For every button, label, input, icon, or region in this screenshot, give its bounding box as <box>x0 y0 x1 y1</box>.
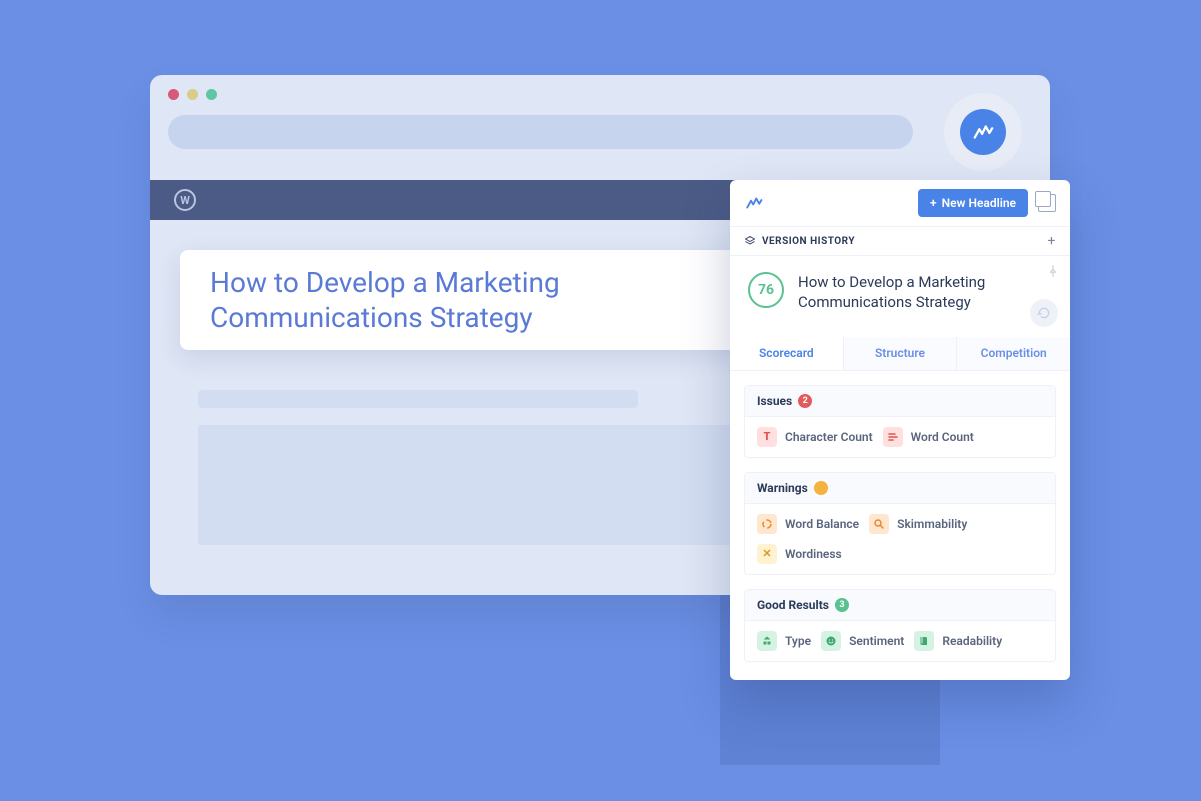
add-version-icon[interactable]: + <box>1048 233 1056 249</box>
brand-button-halo <box>944 93 1022 171</box>
headline-title: How to Develop a Marketing Communication… <box>798 272 1052 313</box>
chip-label: Word Count <box>911 430 974 444</box>
warning-skimmability[interactable]: Skimmability <box>869 514 967 534</box>
chip-label: Readability <box>942 634 1002 648</box>
issue-character-count[interactable]: T Character Count <box>757 427 873 447</box>
good-count-badge: 3 <box>835 598 849 612</box>
copy-icon[interactable] <box>1038 194 1056 212</box>
plus-icon: + <box>930 196 937 210</box>
version-history-bar[interactable]: VERSION HISTORY + <box>730 226 1070 256</box>
chip-label: Character Count <box>785 430 873 444</box>
stack-icon <box>744 235 756 247</box>
good-sentiment[interactable]: Sentiment <box>821 631 904 651</box>
wordpress-logo-icon[interactable]: W <box>174 189 196 211</box>
warning-word-balance[interactable]: Word Balance <box>757 514 859 534</box>
cross-icon: ✕ <box>757 544 777 564</box>
warnings-section: Warnings Word Balance Skimmability ✕ Wor… <box>744 472 1056 575</box>
issues-header: Issues 2 <box>745 386 1055 417</box>
tab-structure[interactable]: Structure <box>844 337 958 370</box>
issues-title: Issues <box>757 394 792 408</box>
good-type[interactable]: Type <box>757 631 811 651</box>
pin-icon[interactable] <box>1046 264 1060 278</box>
window-controls <box>168 89 217 100</box>
search-icon <box>869 514 889 534</box>
content-placeholder <box>198 390 638 408</box>
balance-icon <box>757 514 777 534</box>
tab-competition[interactable]: Competition <box>957 337 1070 370</box>
chip-label: Wordiness <box>785 547 842 561</box>
new-headline-label: New Headline <box>942 196 1016 210</box>
warnings-badge <box>814 481 828 495</box>
good-results-section: Good Results 3 Type Sentiment Readabil <box>744 589 1056 662</box>
minimize-window-icon[interactable] <box>187 89 198 100</box>
current-headline-row: 76 How to Develop a Marketing Communicat… <box>730 256 1070 323</box>
warnings-title: Warnings <box>757 481 808 495</box>
refresh-icon <box>1037 306 1051 320</box>
panel-tabs: Scorecard Structure Competition <box>730 337 1070 371</box>
warning-wordiness[interactable]: ✕ Wordiness <box>757 544 842 564</box>
good-header: Good Results 3 <box>745 590 1055 621</box>
chip-label: Type <box>785 634 811 648</box>
book-icon <box>914 631 934 651</box>
headline-studio-panel: + New Headline VERSION HISTORY + 76 How … <box>730 180 1070 680</box>
chip-label: Skimmability <box>897 517 967 531</box>
smile-icon <box>821 631 841 651</box>
list-icon <box>883 427 903 447</box>
brand-logo-icon <box>972 121 994 143</box>
warnings-header: Warnings <box>745 473 1055 504</box>
type-icon: T <box>757 427 777 447</box>
reanalyze-button[interactable] <box>1030 299 1058 327</box>
new-headline-button[interactable]: + New Headline <box>918 189 1028 217</box>
panel-header: + New Headline <box>730 180 1070 226</box>
tab-scorecard[interactable]: Scorecard <box>730 337 844 370</box>
headline-score: 76 <box>748 272 784 308</box>
issues-count-badge: 2 <box>798 394 812 408</box>
headline-input[interactable]: How to Develop a Marketing Communication… <box>210 265 770 335</box>
chip-label: Word Balance <box>785 517 859 531</box>
headline-studio-launcher[interactable] <box>960 109 1006 155</box>
address-bar[interactable] <box>168 115 913 149</box>
category-icon <box>757 631 777 651</box>
maximize-window-icon[interactable] <box>206 89 217 100</box>
chip-label: Sentiment <box>849 634 904 648</box>
issues-section: Issues 2 T Character Count Word Count <box>744 385 1056 458</box>
close-window-icon[interactable] <box>168 89 179 100</box>
version-history-label: VERSION HISTORY <box>762 236 855 247</box>
brand-logo-icon <box>744 193 764 213</box>
good-readability[interactable]: Readability <box>914 631 1002 651</box>
issue-word-count[interactable]: Word Count <box>883 427 974 447</box>
good-title: Good Results <box>757 598 829 612</box>
